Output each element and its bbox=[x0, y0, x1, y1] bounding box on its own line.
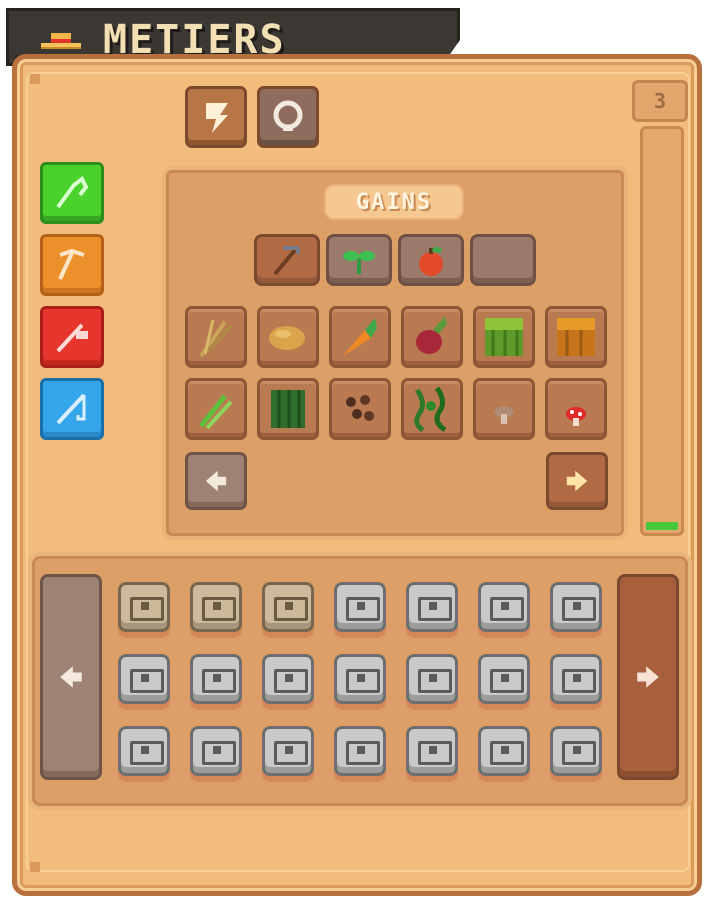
gains-item-slot[interactable] bbox=[257, 306, 319, 368]
gains-prev-button[interactable] bbox=[185, 452, 247, 510]
gains-item-slot[interactable] bbox=[545, 378, 607, 440]
sugar-cane-icon bbox=[199, 394, 233, 430]
arrow-right-icon bbox=[566, 470, 588, 492]
arrow-left-icon bbox=[60, 666, 82, 688]
gains-next-button[interactable] bbox=[546, 452, 608, 510]
gains-label: GAINS bbox=[324, 184, 464, 220]
corner-decoration bbox=[30, 74, 40, 84]
chest-slot-icon[interactable] bbox=[478, 654, 530, 704]
xp-gauge bbox=[640, 126, 684, 536]
job-tab-hunter[interactable] bbox=[40, 306, 104, 368]
gains-item-slot[interactable] bbox=[473, 306, 535, 368]
chest-slot-icon[interactable] bbox=[262, 582, 314, 632]
chest-slot-icon[interactable] bbox=[334, 582, 386, 632]
gains-item-slot[interactable] bbox=[185, 306, 247, 368]
gains-item-slot[interactable] bbox=[185, 378, 247, 440]
chest-slot-icon[interactable] bbox=[406, 726, 458, 776]
gains-item-slot[interactable] bbox=[257, 378, 319, 440]
lightning-icon bbox=[206, 103, 228, 133]
beetroot-icon bbox=[416, 316, 447, 354]
job-tab-farmer[interactable] bbox=[40, 162, 104, 224]
chest-slot-icon[interactable] bbox=[118, 654, 170, 704]
arrow-right-icon bbox=[637, 666, 659, 688]
potato-icon bbox=[269, 326, 305, 350]
wheat-icon bbox=[199, 319, 233, 358]
corner-decoration bbox=[30, 862, 40, 872]
ring-icon bbox=[273, 100, 303, 131]
pickaxe-icon bbox=[58, 248, 85, 280]
fishing-rod-icon bbox=[56, 393, 86, 425]
gains-item-slot[interactable] bbox=[545, 306, 607, 368]
lightning-toggle-button[interactable] bbox=[185, 86, 247, 148]
apple-icon bbox=[419, 247, 443, 276]
chest-slot-icon[interactable] bbox=[478, 726, 530, 776]
cactus-icon bbox=[271, 390, 305, 428]
carrot-icon bbox=[343, 318, 377, 356]
arrow-left-icon bbox=[205, 470, 227, 492]
sickle-icon bbox=[56, 175, 89, 209]
chest-slot-icon[interactable] bbox=[550, 726, 602, 776]
filter-empty[interactable] bbox=[470, 234, 536, 286]
straw-hat-icon bbox=[41, 33, 81, 49]
filter-food[interactable] bbox=[398, 234, 464, 286]
chest-slot-icon[interactable] bbox=[334, 654, 386, 704]
chest-slot-icon[interactable] bbox=[190, 654, 242, 704]
chest-slot-icon[interactable] bbox=[550, 582, 602, 632]
chest-slot-icon[interactable] bbox=[406, 582, 458, 632]
gains-item-slot[interactable] bbox=[473, 378, 535, 440]
job-tab-miner[interactable] bbox=[40, 234, 104, 296]
gains-item-slot[interactable] bbox=[401, 306, 463, 368]
gains-item-slot[interactable] bbox=[329, 306, 391, 368]
pumpkin-icon bbox=[557, 318, 595, 356]
inventory-prev-button[interactable] bbox=[40, 574, 102, 780]
chest-slot-icon[interactable] bbox=[118, 582, 170, 632]
gains-item-slot[interactable] bbox=[401, 378, 463, 440]
melon-icon bbox=[485, 318, 523, 356]
gains-item-slot[interactable] bbox=[329, 378, 391, 440]
hoe-icon bbox=[273, 246, 301, 276]
hammer-icon bbox=[56, 323, 88, 353]
ring-toggle-button[interactable] bbox=[257, 86, 319, 148]
chest-slot-icon[interactable] bbox=[262, 654, 314, 704]
filter-tools[interactable] bbox=[254, 234, 320, 286]
chest-slot-icon[interactable] bbox=[406, 654, 458, 704]
chest-slot-icon[interactable] bbox=[262, 726, 314, 776]
chest-slot-icon[interactable] bbox=[550, 654, 602, 704]
chest-slot-icon[interactable] bbox=[118, 726, 170, 776]
chest-slot-icon[interactable] bbox=[190, 582, 242, 632]
brown-mushroom-icon bbox=[494, 406, 514, 424]
level-indicator: 3 bbox=[632, 80, 688, 122]
inventory-next-button[interactable] bbox=[617, 574, 679, 780]
chest-slot-icon[interactable] bbox=[190, 726, 242, 776]
job-tab-fisher[interactable] bbox=[40, 378, 104, 440]
xp-gauge-fill bbox=[646, 522, 678, 530]
chest-slot-icon[interactable] bbox=[478, 582, 530, 632]
chest-slot-icon[interactable] bbox=[334, 726, 386, 776]
cocoa-beans-icon bbox=[346, 395, 374, 421]
red-mushroom-icon bbox=[566, 407, 586, 426]
filter-plants[interactable] bbox=[326, 234, 392, 286]
vines-icon bbox=[414, 386, 447, 433]
sprout-icon bbox=[343, 251, 375, 274]
